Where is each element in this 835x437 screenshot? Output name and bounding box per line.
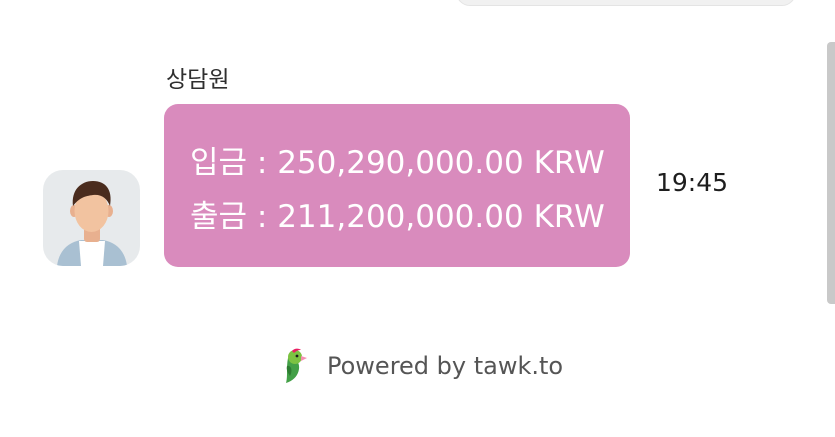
message-bubble: 입금 : 250,290,000.00 KRW 출금 : 211,200,000…: [164, 104, 630, 267]
tawk-parrot-logo-icon: [286, 348, 307, 383]
message-line-deposit: 입금 : 250,290,000.00 KRW: [190, 145, 605, 181]
agent-avatar-icon: [43, 170, 140, 266]
powered-by-link[interactable]: Powered by tawk.to: [278, 348, 563, 384]
agent-name: 상담원: [166, 67, 230, 93]
scrollbar[interactable]: [827, 42, 835, 304]
message-time: 19:45: [656, 168, 729, 197]
message-line-withdrawal: 출금 : 211,200,000.00 KRW: [190, 199, 605, 235]
previous-message-bubble: [456, 0, 796, 6]
chat-widget: 상담원 입금 : 250,290,000.00 KRW 출금 : 211,200…: [0, 0, 835, 437]
powered-by-text: Powered by tawk.to: [327, 352, 564, 380]
